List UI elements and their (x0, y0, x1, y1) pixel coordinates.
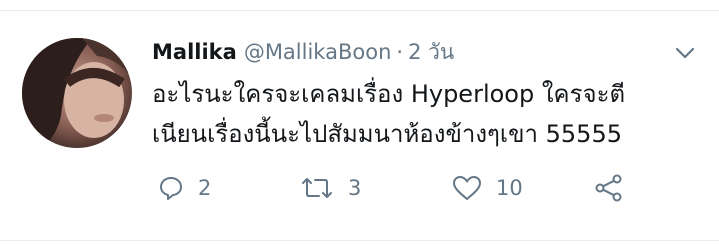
retweet-button[interactable]: 3 (300, 168, 361, 208)
bottom-divider (0, 240, 719, 246)
display-name[interactable]: Mallika (152, 40, 237, 64)
like-count: 10 (496, 176, 523, 200)
like-button[interactable]: 10 (452, 168, 523, 208)
avatar-photo (22, 38, 132, 148)
tweet-header: Mallika @MallikaBoon · 2 วัน (152, 36, 454, 70)
avatar[interactable] (22, 38, 132, 148)
share-icon (595, 174, 622, 202)
top-divider (0, 0, 719, 11)
separator-dot: · (396, 40, 404, 64)
reply-count: 2 (198, 176, 212, 200)
timestamp[interactable]: 2 วัน (408, 36, 454, 69)
tweet-menu-button[interactable] (672, 43, 698, 63)
reply-icon (160, 177, 182, 200)
user-handle[interactable]: @MallikaBoon (244, 40, 392, 64)
tweet-actions: 2 3 10 (152, 168, 652, 208)
retweet-count: 3 (348, 176, 362, 200)
retweet-icon (302, 178, 332, 198)
tweet-text-line: อะไรนะใครจะเคลมเรื่อง Hyperloop ใครจะตี (152, 80, 626, 108)
heart-icon (453, 176, 481, 200)
reply-button[interactable]: 2 (158, 168, 211, 208)
chevron-down-icon (675, 47, 695, 59)
tweet-text-line: เนียนเรื่องนี้นะไปสัมมนาห้องข้างๆเขา 555… (152, 120, 622, 148)
tweet-text: อะไรนะใครจะเคลมเรื่อง Hyperloop ใครจะตี … (152, 74, 712, 154)
share-button[interactable] (594, 168, 624, 208)
